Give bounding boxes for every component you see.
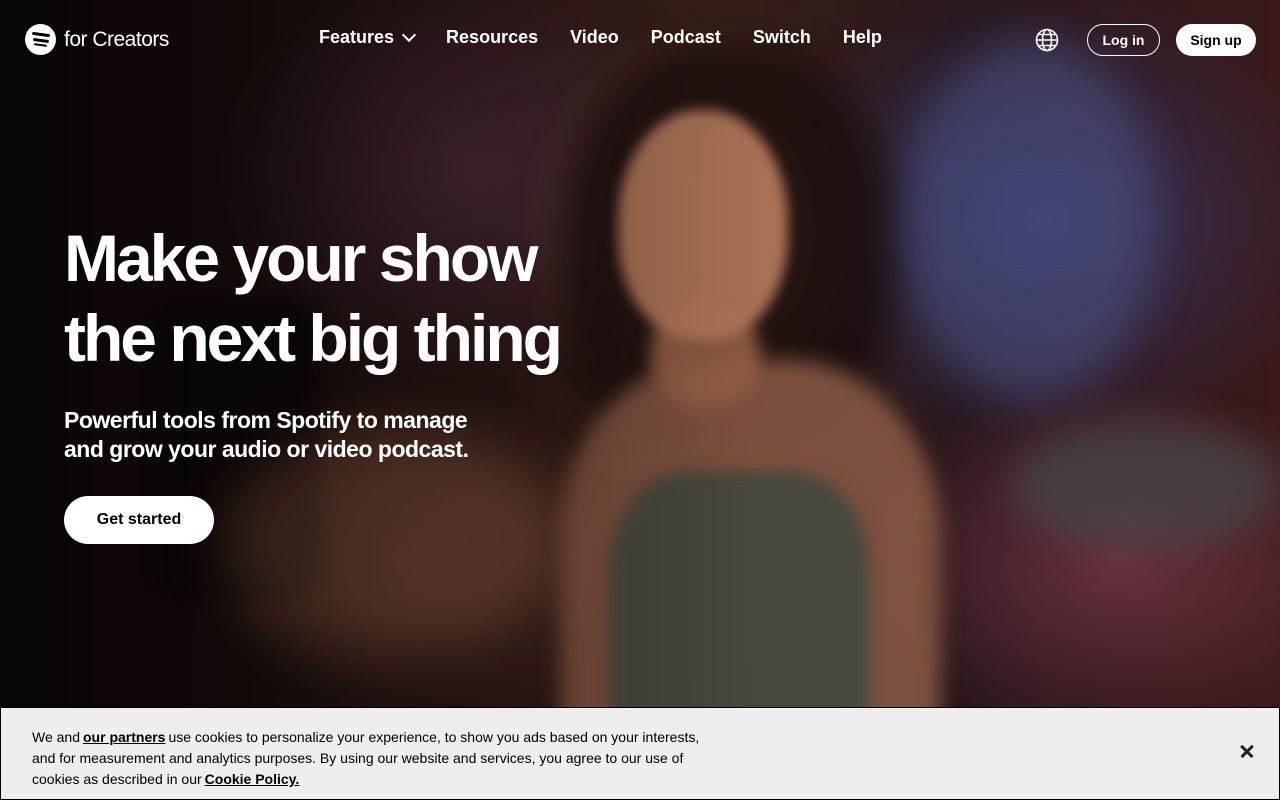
- nav-item-switch[interactable]: Switch: [753, 27, 811, 48]
- top-navigation: for Creators Features Resources Video Po…: [0, 0, 1280, 80]
- nav-item-label: Help: [842, 27, 882, 47]
- spotify-logo-icon: [25, 24, 56, 55]
- chevron-down-icon: [401, 27, 417, 42]
- hero-content: Make your show the next big thing Powerf…: [64, 218, 624, 544]
- hero-subtext: Powerful tools from Spotify to manage an…: [64, 406, 504, 464]
- nav-item-label: Podcast: [650, 27, 721, 47]
- nav-item-label: Switch: [752, 27, 811, 47]
- headline-line-2: the next big thing: [64, 301, 563, 375]
- person-neck: [650, 300, 760, 410]
- nav-item-help[interactable]: Help: [843, 27, 882, 48]
- subtext-line-1: Powerful tools from Spotify to manage: [64, 407, 468, 433]
- login-button[interactable]: Log in: [1087, 24, 1160, 56]
- brand-logo[interactable]: for Creators: [25, 24, 169, 55]
- globe-icon[interactable]: [1035, 28, 1059, 52]
- main-menu: Features Resources Video Podcast Switch …: [319, 27, 882, 48]
- headline-line-1: Make your show: [64, 221, 538, 295]
- cookie-text-part-1: We and: [32, 729, 80, 745]
- cookie-banner-text: We and our partners use cookies to persona…: [32, 727, 722, 790]
- our-partners-link[interactable]: our partners: [83, 729, 165, 745]
- nav-item-podcast[interactable]: Podcast: [651, 27, 721, 48]
- hero-headline: Make your show the next big thing: [64, 218, 624, 378]
- subtext-line-2: and grow your audio or video podcast.: [64, 436, 469, 462]
- nav-item-video[interactable]: Video: [570, 27, 619, 48]
- cookie-policy-link[interactable]: Cookie Policy.: [205, 771, 300, 787]
- cookie-banner: We and our partners use cookies to persona…: [0, 707, 1280, 800]
- logo-text: for Creators: [64, 27, 169, 51]
- pillow: [1010, 420, 1280, 550]
- nav-item-features[interactable]: Features: [319, 27, 417, 48]
- nav-item-label: Resources: [446, 27, 539, 47]
- person-face: [618, 110, 788, 340]
- nav-item-label: Features: [319, 27, 395, 47]
- nav-item-label: Video: [570, 27, 619, 47]
- nav-item-resources[interactable]: Resources: [446, 27, 538, 48]
- get-started-button[interactable]: Get started: [64, 496, 214, 544]
- wall-art-swirl: [900, 40, 1160, 400]
- close-icon[interactable]: [1237, 741, 1257, 761]
- signup-button[interactable]: Sign up: [1176, 24, 1256, 56]
